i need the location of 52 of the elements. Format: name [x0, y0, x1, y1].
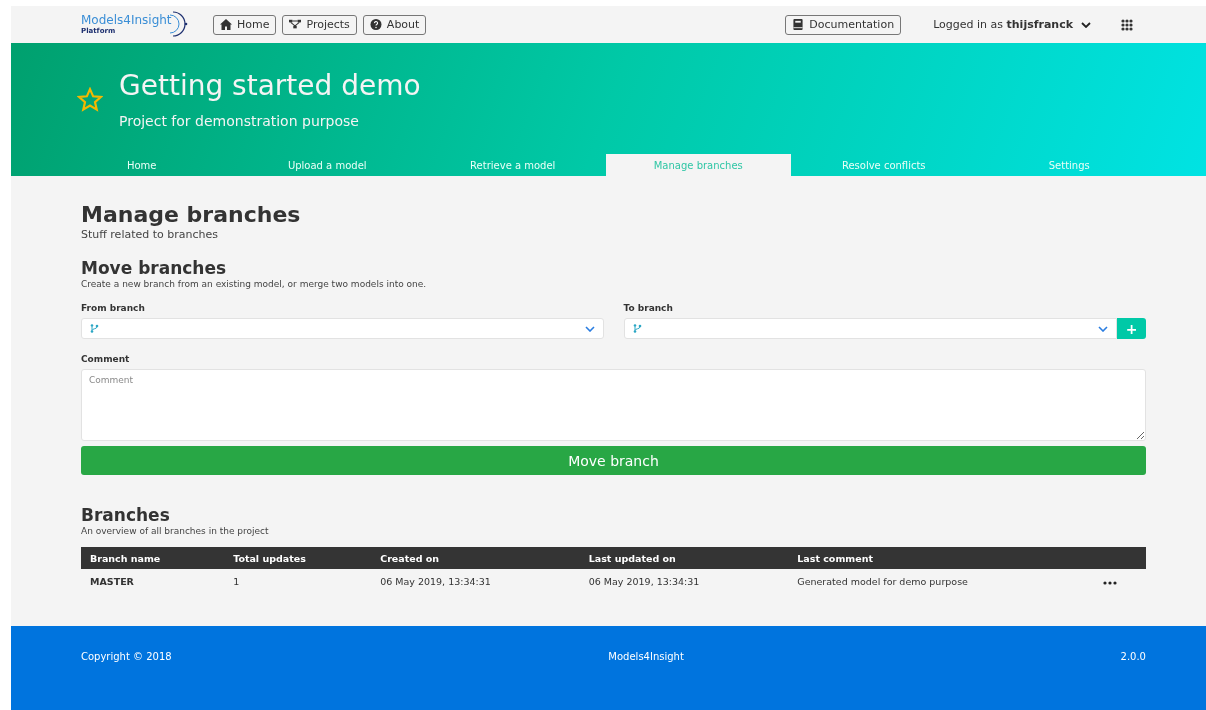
- star-icon[interactable]: [77, 87, 103, 113]
- branch-icon: [632, 324, 642, 333]
- move-branch-button[interactable]: Move branch: [81, 446, 1146, 475]
- nav-button[interactable]: About: [362, 14, 427, 35]
- table-cell: 1: [224, 569, 372, 594]
- book-icon: [792, 19, 805, 30]
- section-description: An overview of all branches in the project: [81, 525, 270, 537]
- footer-brand: Models4Insight: [608, 651, 684, 662]
- table-cell: 06 May 2019, 13:34:31: [371, 569, 580, 594]
- tab[interactable]: Home: [49, 154, 235, 176]
- column-header: Branch name: [81, 547, 225, 569]
- branch-select[interactable]: [81, 318, 604, 339]
- branch-icon: [90, 324, 99, 333]
- hierarchy-icon: [289, 19, 302, 30]
- project-subtitle: Project for demonstration purpose: [119, 113, 360, 129]
- project-title: Getting started demo: [119, 69, 421, 103]
- chevron-down-icon: [1098, 325, 1108, 332]
- tab[interactable]: Manage branches: [605, 154, 791, 176]
- section-description: Create a new branch from an existing model, or merge two models into one.: [81, 278, 428, 290]
- chevron-down-icon: [1081, 21, 1091, 28]
- column-header: Created on: [371, 547, 580, 569]
- copyright-text: Copyright © 2018: [81, 651, 172, 662]
- section-title: Branches: [81, 505, 171, 525]
- comment-field[interactable]: Comment: [81, 369, 1146, 441]
- nav-button[interactable]: Projects: [282, 14, 357, 35]
- table-cell: 06 May 2019, 13:34:31: [579, 569, 789, 594]
- table-cell: MASTER: [81, 569, 225, 594]
- nav-button[interactable]: Home: [213, 14, 277, 35]
- tab[interactable]: Resolve conflicts: [791, 154, 977, 176]
- column-header: Last comment: [788, 547, 1095, 569]
- column-header: Last updated on: [579, 547, 789, 569]
- tab[interactable]: Retrieve a model: [420, 154, 606, 176]
- more-options-icon[interactable]: [1103, 581, 1118, 585]
- tab[interactable]: Upload a model: [234, 154, 420, 176]
- field-label: From branch: [81, 302, 146, 314]
- section-title: Move branches: [81, 258, 228, 278]
- field-label: To branch: [623, 302, 674, 314]
- apps-grid-icon: [1121, 18, 1133, 31]
- table-cell: Generated model for demo purpose: [788, 569, 1095, 594]
- add-branch-button[interactable]: +: [1117, 318, 1146, 339]
- documentation-button[interactable]: Documentation: [785, 14, 902, 35]
- help-icon: [369, 19, 382, 30]
- page-subtitle: Stuff related to branches: [81, 228, 220, 242]
- field-label: Comment: [81, 353, 131, 365]
- logo-text: Models4Insight: [81, 14, 173, 27]
- home-icon: [220, 19, 232, 30]
- version-text: 2.0.0: [1120, 651, 1146, 662]
- tab[interactable]: Settings: [976, 154, 1162, 176]
- chevron-down-icon: [584, 325, 595, 332]
- branch-select[interactable]: [623, 318, 1117, 339]
- page-title: Manage branches: [81, 202, 302, 228]
- column-header: Total updates: [224, 547, 372, 569]
